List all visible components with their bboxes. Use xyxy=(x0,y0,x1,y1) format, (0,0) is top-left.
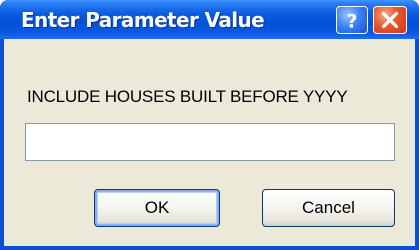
help-button[interactable]: ? xyxy=(336,6,368,34)
window-frame-bottom xyxy=(0,246,419,250)
dialog-title: Enter Parameter Value xyxy=(21,8,265,32)
help-icon: ? xyxy=(347,11,358,32)
dialog-window: Enter Parameter Value ? INCLUDE HOUSES B… xyxy=(0,0,419,250)
close-icon xyxy=(381,11,399,29)
cancel-button[interactable]: Cancel xyxy=(262,189,395,227)
title-bar[interactable]: Enter Parameter Value ? xyxy=(0,0,419,39)
parameter-prompt: INCLUDE HOUSES BUILT BEFORE YYYY xyxy=(27,87,348,106)
svg-text:?: ? xyxy=(347,11,358,32)
dialog-body: INCLUDE HOUSES BUILT BEFORE YYYY OK Canc… xyxy=(4,39,415,250)
parameter-value-input[interactable] xyxy=(25,123,395,161)
ok-button[interactable]: OK xyxy=(94,189,220,227)
close-button[interactable] xyxy=(373,6,407,34)
